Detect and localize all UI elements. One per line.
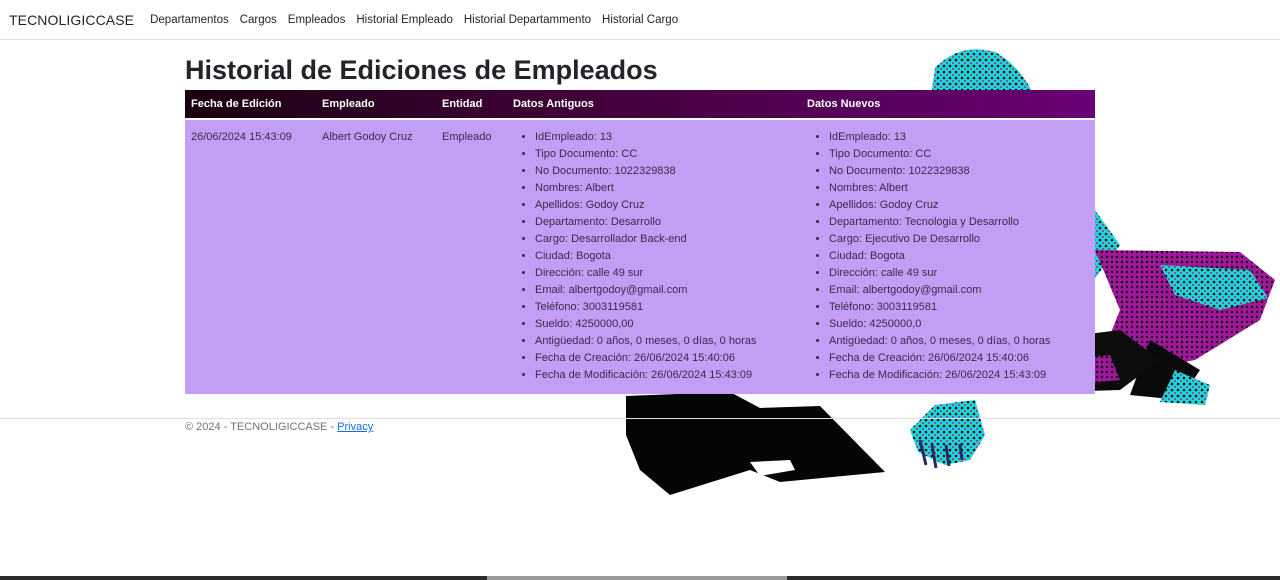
nav-link-cargos[interactable]: Cargos — [240, 14, 277, 26]
footer: © 2024 - TECNOLIGICCASE - Privacy — [185, 421, 373, 433]
nav-link-departamentos[interactable]: Departamentos — [150, 14, 229, 26]
nav-link-historial-departamento[interactable]: Historial Departammento — [464, 14, 591, 26]
scrollbar-thumb — [487, 576, 787, 580]
privacy-link[interactable]: Privacy — [337, 421, 373, 433]
history-table: Fecha de Edición Empleado Entidad Datos … — [185, 90, 1095, 394]
table-header-row: Fecha de Edición Empleado Entidad Datos … — [185, 90, 1095, 120]
cell-datos-nuevos: IdEmpleado: 13 Tipo Documento: CC No Doc… — [801, 119, 1095, 394]
list-item: Fecha de Modificación: 26/06/2024 15:43:… — [829, 367, 1089, 384]
old-data-list: IdEmpleado: 13 Tipo Documento: CC No Doc… — [513, 129, 795, 384]
list-item: Email: albertgodoy@gmail.com — [535, 282, 795, 299]
brand-link[interactable]: TECNOLIGICCASE — [9, 12, 134, 28]
list-item: Fecha de Creación: 26/06/2024 15:40:06 — [829, 350, 1089, 367]
list-item: Sueldo: 4250000,00 — [535, 316, 795, 333]
cell-entidad: Empleado — [442, 131, 492, 143]
footer-divider — [0, 418, 1280, 419]
nav-link-historial-empleado[interactable]: Historial Empleado — [356, 14, 453, 26]
list-item: Nombres: Albert — [535, 180, 795, 197]
page-title: Historial de Ediciones de Empleados — [185, 55, 658, 85]
list-item: No Documento: 1022329838 — [829, 163, 1089, 180]
nav-link-empleados[interactable]: Empleados — [288, 14, 346, 26]
list-item: Apellidos: Godoy Cruz — [535, 197, 795, 214]
list-item: IdEmpleado: 13 — [829, 129, 1089, 146]
list-item: Ciudad: Bogota — [535, 248, 795, 265]
list-item: No Documento: 1022329838 — [535, 163, 795, 180]
list-item: Teléfono: 3003119581 — [829, 299, 1089, 316]
list-item: IdEmpleado: 13 — [535, 129, 795, 146]
list-item: Email: albertgodoy@gmail.com — [829, 282, 1089, 299]
list-item: Teléfono: 3003119581 — [535, 299, 795, 316]
list-item: Dirección: calle 49 sur — [829, 265, 1089, 282]
list-item: Tipo Documento: CC — [829, 146, 1089, 163]
cell-datos-antiguos: IdEmpleado: 13 Tipo Documento: CC No Doc… — [507, 119, 801, 394]
column-header-entidad: Entidad — [436, 90, 507, 120]
main-content: Historial de Ediciones de Empleados Fech… — [185, 52, 1095, 394]
footer-copyright: © 2024 - TECNOLIGICCASE - — [185, 421, 338, 433]
column-header-empleado: Empleado — [316, 90, 436, 120]
column-header-fecha: Fecha de Edición — [185, 90, 316, 120]
cell-empleado: Albert Godoy Cruz — [322, 131, 413, 143]
list-item: Fecha de Creación: 26/06/2024 15:40:06 — [535, 350, 795, 367]
list-item: Departamento: Desarrollo — [535, 214, 795, 231]
column-header-datos-nuevos: Datos Nuevos — [801, 90, 1095, 120]
new-data-list: IdEmpleado: 13 Tipo Documento: CC No Doc… — [807, 129, 1089, 384]
list-item: Antigüedad: 0 años, 0 meses, 0 días, 0 h… — [535, 333, 795, 350]
list-item: Antigüedad: 0 años, 0 meses, 0 días, 0 h… — [829, 333, 1089, 350]
table-row: 26/06/2024 15:43:09 Albert Godoy Cruz Em… — [185, 119, 1095, 394]
list-item: Departamento: Tecnologia y Desarrollo — [829, 214, 1089, 231]
column-header-datos-antiguos: Datos Antiguos — [507, 90, 801, 120]
list-item: Apellidos: Godoy Cruz — [829, 197, 1089, 214]
list-item: Sueldo: 4250000,0 — [829, 316, 1089, 333]
cell-fecha: 26/06/2024 15:43:09 — [191, 131, 292, 143]
list-item: Tipo Documento: CC — [535, 146, 795, 163]
list-item: Fecha de Modificación: 26/06/2024 15:43:… — [535, 367, 795, 384]
list-item: Ciudad: Bogota — [829, 248, 1089, 265]
list-item: Cargo: Ejecutivo De Desarrollo — [829, 231, 1089, 248]
nav-link-historial-cargo[interactable]: Historial Cargo — [602, 14, 678, 26]
list-item: Dirección: calle 49 sur — [535, 265, 795, 282]
list-item: Nombres: Albert — [829, 180, 1089, 197]
top-navbar: TECNOLIGICCASE Departamentos Cargos Empl… — [0, 0, 1280, 40]
list-item: Cargo: Desarrollador Back-end — [535, 231, 795, 248]
taskbar-strip — [0, 576, 1280, 580]
